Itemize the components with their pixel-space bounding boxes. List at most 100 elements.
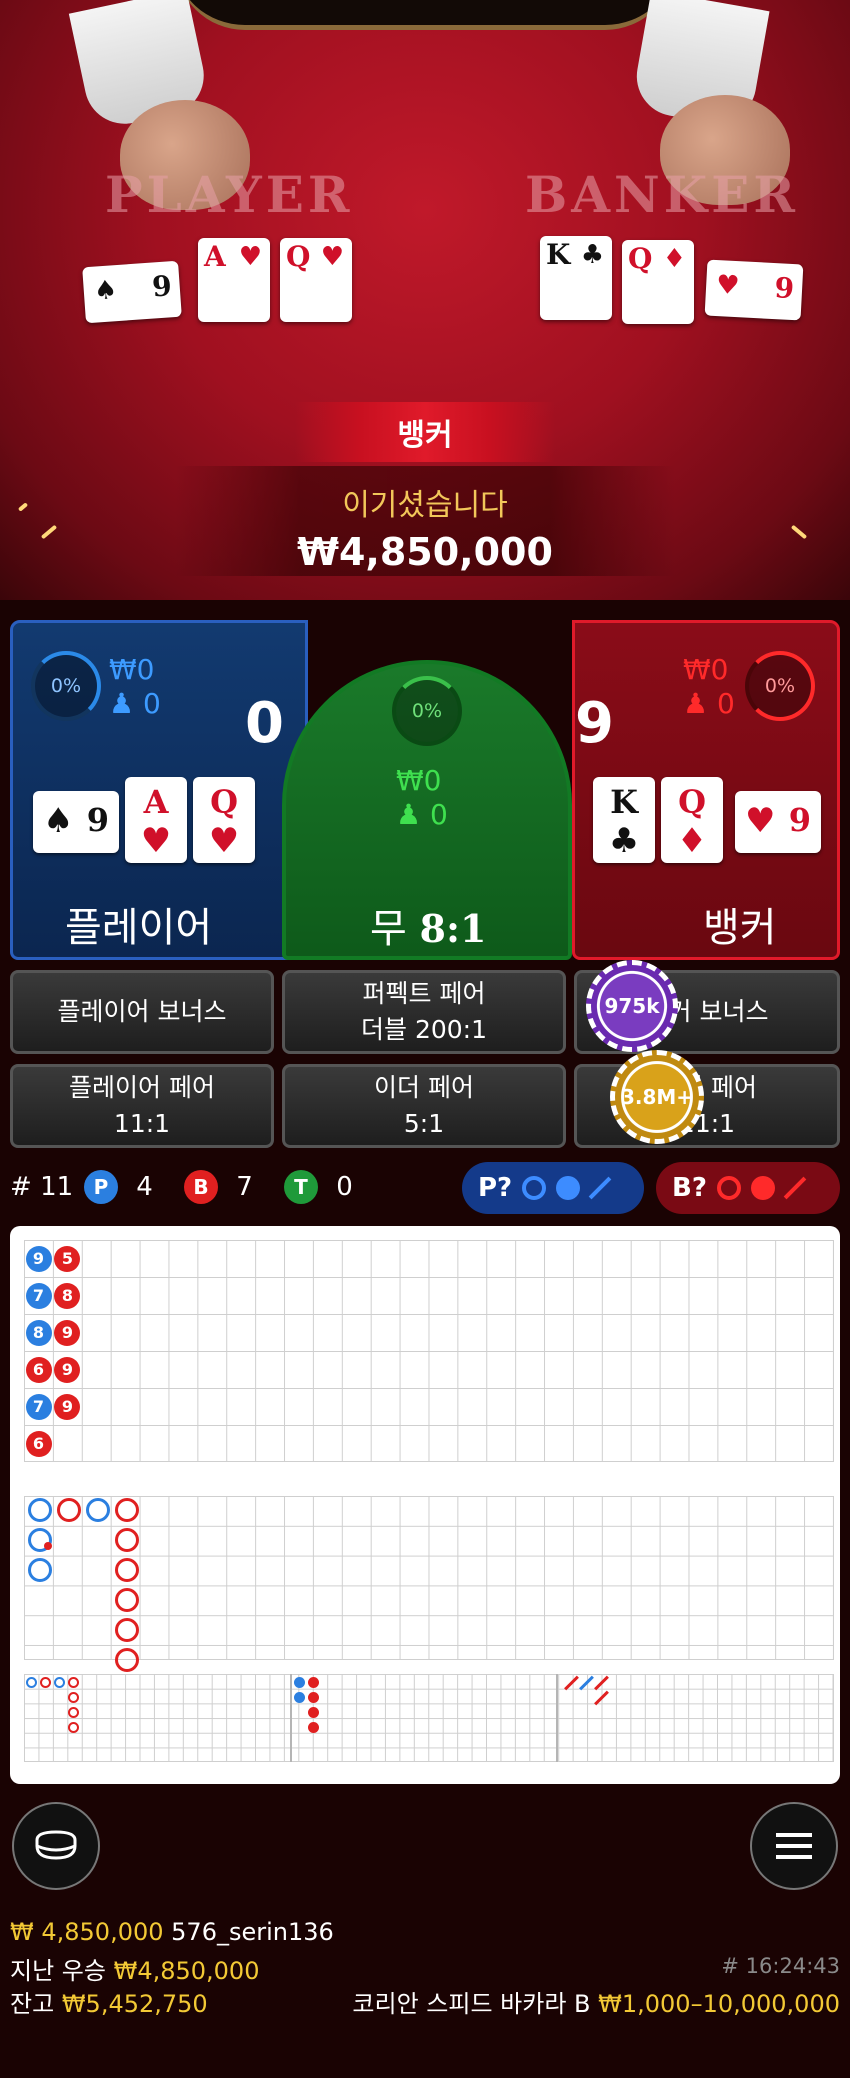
tie-wins-count: T 0 xyxy=(284,1170,353,1204)
big-road-player-mark xyxy=(28,1558,52,1582)
bead-road-banker-mark: 6 xyxy=(25,1430,52,1457)
bead-road-banker-mark: 9 xyxy=(54,1319,81,1346)
banker-score: 9 xyxy=(575,691,614,756)
scoreboard-roads: 97867658999 xyxy=(10,1226,840,1784)
big-eye-mark xyxy=(68,1692,79,1703)
banker-predict-button[interactable]: B? xyxy=(656,1162,840,1214)
big-eye-mark xyxy=(68,1707,79,1718)
felt-banker-card-3: 9 ♥ xyxy=(704,259,804,321)
small-road-mark xyxy=(308,1707,319,1718)
tie-badge-icon: T xyxy=(284,1170,318,1204)
big-eye-mark xyxy=(68,1722,79,1733)
tie-label: 무 8:1 xyxy=(370,906,487,952)
round-counter: # 11 xyxy=(10,1172,74,1202)
bead-road-banker-mark: 9 xyxy=(54,1393,81,1420)
big-road-banker-mark xyxy=(115,1498,139,1522)
player-badge-icon: P xyxy=(84,1170,118,1204)
banker-card-2: Q ♦ xyxy=(661,777,723,863)
big-road-banker-mark xyxy=(115,1618,139,1642)
felt-player-card-1: 9 ♠ xyxy=(82,260,182,324)
small-road-mark xyxy=(308,1677,319,1688)
banker-card-3: 9 ♥ xyxy=(735,791,821,853)
tie-bet-spot[interactable]: 0% ₩0 ♟ 0 무 8:1 xyxy=(282,660,572,960)
pair-dot xyxy=(44,1542,52,1550)
big-eye-mark xyxy=(26,1677,37,1688)
banker-pair-chip[interactable]: 3.8M+ xyxy=(610,1050,704,1144)
tie-user-count: ♟ 0 xyxy=(396,798,448,831)
big-road-banker-mark xyxy=(57,1498,81,1522)
spark-decoration xyxy=(790,524,808,540)
banker-bet-spot[interactable]: 0% ₩0 ♟ 0 9 K ♣ Q ♦ 9 ♥ 뱅커 xyxy=(572,620,840,960)
betting-area: 0% ₩0 ♟ 0 0 9 ♠ A ♥ Q ♥ 플레이어 0% ₩0 ♟ 0 9 K ♣… xyxy=(0,620,850,960)
bead-road-player-mark: 9 xyxy=(25,1245,52,1272)
banker-bet-amount: ₩0 xyxy=(683,653,729,686)
player-bet-amount: ₩0 xyxy=(109,653,155,686)
player-card-3: Q ♥ xyxy=(193,777,255,863)
player-card-2: A ♥ xyxy=(125,777,187,863)
result-banner: 뱅커 xyxy=(295,402,555,462)
bead-road-player-mark: 7 xyxy=(25,1393,52,1420)
player-bet-spot[interactable]: 0% ₩0 ♟ 0 0 9 ♠ A ♥ Q ♥ 플레이어 xyxy=(10,620,308,960)
cockroach-slash-icon xyxy=(783,1176,807,1200)
user-icon: ♟ xyxy=(683,687,709,720)
banker-percent-ring: 0% xyxy=(745,651,815,721)
balance: 잔고 ₩5,452,750 xyxy=(10,1990,208,2018)
banker-user-count: ♟ 0 xyxy=(683,687,735,720)
win-label: 이기셨습니다 xyxy=(342,488,508,523)
small-road-mark xyxy=(294,1677,305,1688)
road-divider xyxy=(556,1674,558,1762)
user-icon: ♟ xyxy=(396,798,422,831)
big-road xyxy=(24,1496,834,1660)
table-info: 코리안 스피드 바카라 B ₩1,000–10,000,000 xyxy=(352,1990,840,2018)
table-icon xyxy=(35,1830,77,1860)
win-amount: ₩4,850,000 xyxy=(297,530,553,574)
small-road-mark xyxy=(308,1692,319,1703)
spark-decoration xyxy=(40,524,58,540)
player-predict-button[interactable]: P? xyxy=(462,1162,644,1214)
tie-percent-ring: 0% xyxy=(392,676,462,746)
lobby-button[interactable] xyxy=(12,1802,100,1890)
previous-win: 지난 우승 ₩4,850,000 xyxy=(10,1957,260,1985)
banker-bonus-chip[interactable]: 975k xyxy=(586,960,678,1052)
round-stats-bar: # 11 P 4 B 7 T 0 P? B? xyxy=(0,1162,850,1216)
dealer-table-rim xyxy=(175,0,675,30)
table-player-word: PLAYER xyxy=(105,165,354,224)
bead-road-banker-mark: 6 xyxy=(25,1356,52,1383)
felt-banker-card-1: K ♣ xyxy=(540,236,612,320)
big-road-banker-mark xyxy=(115,1528,139,1552)
big-road-banker-mark xyxy=(115,1558,139,1582)
road-divider xyxy=(290,1674,292,1762)
big-eye-mark xyxy=(40,1677,51,1688)
bead-road-banker-mark: 5 xyxy=(54,1245,81,1272)
tie-bet-amount: ₩0 xyxy=(396,764,442,797)
either-pair-button[interactable]: 이더 페어 5:1 xyxy=(282,1064,566,1148)
perfect-pair-button[interactable]: 퍼펙트 페어 더블 200:1 xyxy=(282,970,566,1054)
big-eye-mark xyxy=(68,1677,79,1688)
banker-label: 뱅커 xyxy=(703,905,777,951)
big-road-banker-mark xyxy=(115,1588,139,1612)
bead-road-banker-mark: 8 xyxy=(54,1282,81,1309)
felt-player-card-2: A ♥ xyxy=(198,238,270,322)
cockroach-slash-icon xyxy=(588,1176,612,1200)
bead-road-player-mark: 8 xyxy=(25,1319,52,1346)
player-score: 0 xyxy=(245,691,284,756)
big-road-banker-mark xyxy=(115,1648,139,1672)
big-road-player-mark xyxy=(86,1498,110,1522)
felt-player-card-3: Q ♥ xyxy=(280,238,352,322)
player-bonus-button[interactable]: 플레이어 보너스 xyxy=(10,970,274,1054)
player-pair-button[interactable]: 플레이어 페어 11:1 xyxy=(10,1064,274,1148)
felt-banker-card-2: Q ♦ xyxy=(622,240,694,324)
banker-card-1: K ♣ xyxy=(593,777,655,863)
big-eye-ring-icon xyxy=(522,1176,547,1200)
derived-roads xyxy=(24,1674,834,1762)
big-road-player-mark xyxy=(28,1498,52,1522)
menu-button[interactable] xyxy=(750,1802,838,1890)
small-road-mark xyxy=(308,1722,319,1733)
player-user-count: ♟ 0 xyxy=(109,687,161,720)
hamburger-menu-icon xyxy=(776,1833,812,1859)
player-label: 플레이어 xyxy=(65,905,213,951)
small-road-dot-icon xyxy=(750,1176,775,1200)
banker-wins-count: B 7 xyxy=(184,1170,253,1204)
round-time: # 16:24:43 xyxy=(721,1954,840,1978)
bead-road-banker-mark: 9 xyxy=(54,1356,81,1383)
